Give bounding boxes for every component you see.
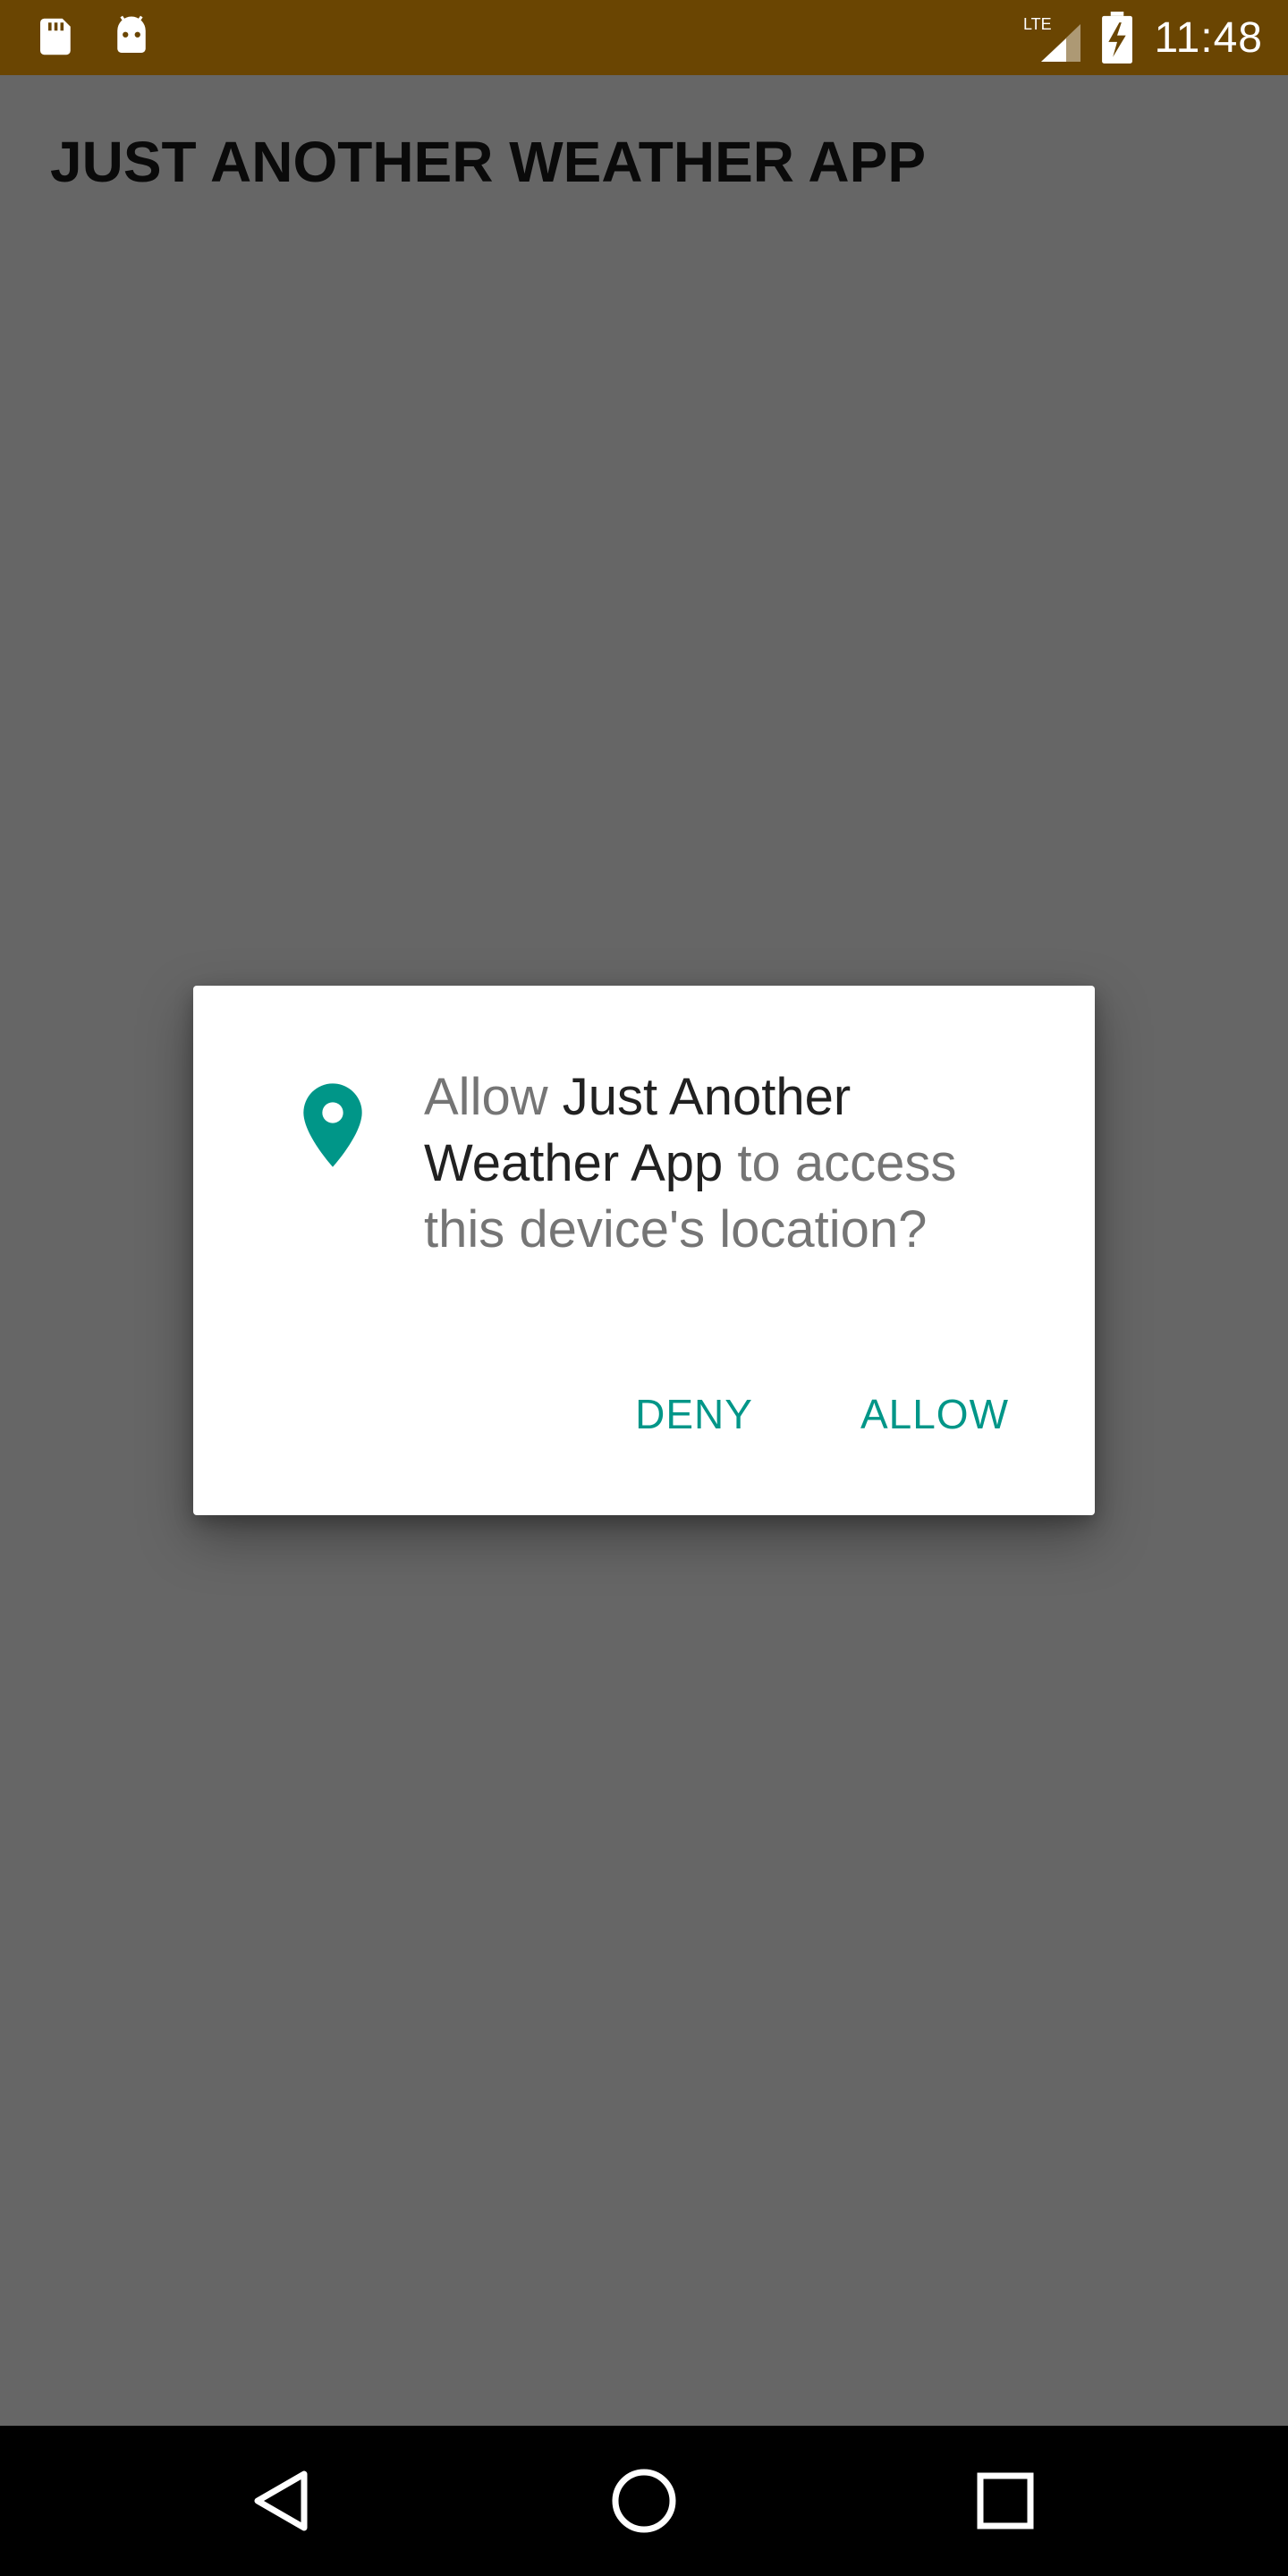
back-icon[interactable] bbox=[247, 2465, 318, 2537]
navigation-bar bbox=[0, 2426, 1288, 2576]
screen: LTE 11:48 JUST ANOTHER WEATHER APP Allow… bbox=[0, 0, 1288, 2576]
network-label: LTE bbox=[1023, 15, 1052, 33]
permission-dialog: Allow Just Another Weather App to access… bbox=[193, 986, 1095, 1515]
dialog-message: Allow Just Another Weather App to access… bbox=[424, 1064, 1050, 1263]
android-icon bbox=[117, 15, 146, 53]
location-pin-icon bbox=[303, 1083, 362, 1167]
status-bar: LTE 11:48 bbox=[0, 0, 1288, 75]
allow-button[interactable]: ALLOW bbox=[860, 1390, 1009, 1438]
lte-signal-icon: LTE bbox=[1023, 15, 1081, 62]
app-bar: JUST ANOTHER WEATHER APP bbox=[0, 75, 1288, 254]
status-time: 11:48 bbox=[1154, 13, 1263, 62]
status-right-group: LTE 11:48 bbox=[1023, 0, 1263, 75]
deny-button[interactable]: DENY bbox=[635, 1390, 753, 1438]
recents-icon[interactable] bbox=[970, 2465, 1041, 2537]
sd-card-icon bbox=[40, 18, 71, 55]
home-icon[interactable] bbox=[608, 2465, 680, 2537]
dialog-actions: DENY ALLOW bbox=[635, 1390, 1009, 1438]
battery-charging-icon bbox=[1102, 12, 1133, 64]
message-prefix: Allow bbox=[424, 1068, 563, 1126]
app-title: JUST ANOTHER WEATHER APP bbox=[50, 130, 926, 194]
